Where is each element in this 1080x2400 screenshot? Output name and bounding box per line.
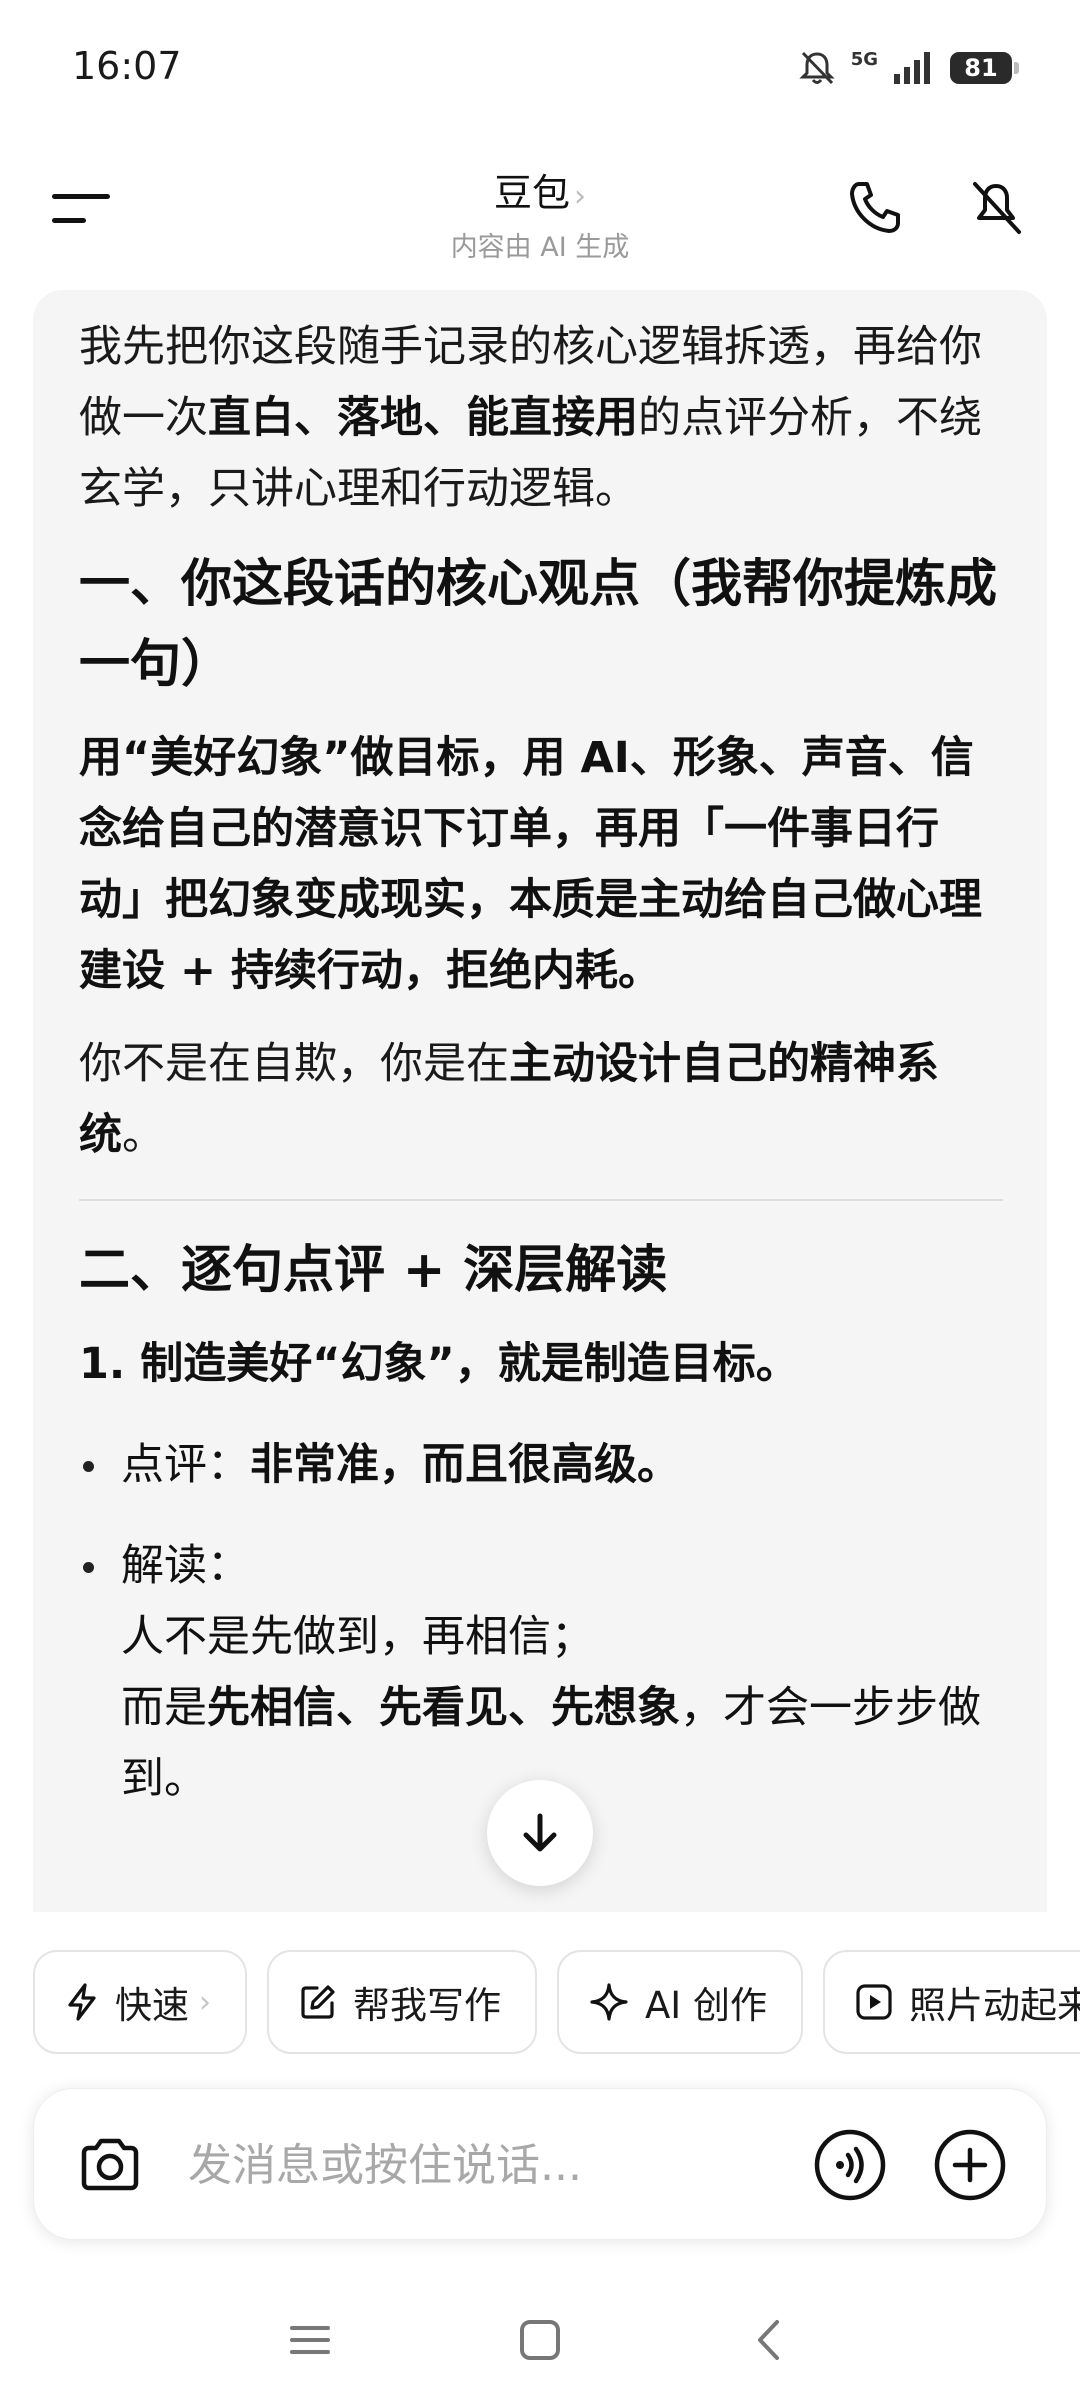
edit-icon	[301, 1985, 335, 2019]
bullet-comment-text: 非常准，而且很高级。	[250, 1440, 680, 1490]
message-input[interactable]	[188, 2135, 788, 2195]
chip-ai-create[interactable]: AI 创作	[557, 1950, 803, 2054]
chip-writing[interactable]: 帮我写作	[267, 1950, 537, 2054]
scroll-to-bottom-button[interactable]	[487, 1780, 593, 1886]
chevron-left-icon	[758, 2320, 779, 2360]
notifications-muted-icon	[799, 51, 835, 85]
sparkle-icon	[590, 1983, 628, 2021]
phone-icon	[850, 182, 900, 233]
play-icon	[856, 1984, 892, 2020]
network-type: 5G	[850, 49, 878, 70]
plus-icon	[934, 2129, 1006, 2201]
chip-photo-animate[interactable]: 照片动起来	[822, 1950, 1080, 2054]
voice-call-button[interactable]	[812, 2127, 888, 2203]
add-attachment-button[interactable]	[932, 2127, 1008, 2203]
ai-generated-notice: 内容由 AI 生成	[450, 232, 630, 263]
bullet-interpretation-line1: 人不是先做到，再相信；	[121, 1612, 594, 1662]
section1-heading: 一、你这段话的核心观点（我帮你提炼成一句）	[79, 555, 998, 694]
bullet-interpretation-label: 解读：	[121, 1541, 250, 1591]
section1-note: 你不是在自欺，你是在主动设计自己的精神系统。	[79, 1029, 1003, 1171]
chip-photo-animate-label: 照片动起来	[908, 1984, 1080, 2027]
chip-fast[interactable]: 快速 ›	[33, 1950, 247, 2054]
menu-lines-icon	[290, 2326, 330, 2354]
section2-heading: 二、逐句点评 + 深层解读	[79, 1241, 668, 1300]
assistant-message: 我先把你这段随手记录的核心逻辑拆透，再给你做一次直白、落地、能直接用的点评分析，…	[33, 290, 1047, 1912]
chat-header: 豆包 › 内容由 AI 生成	[0, 150, 1080, 270]
bullet-interpretation: 解读： 人不是先做到，再相信； 而是先相信、先看见、先想象，才会一步步做到。	[79, 1531, 1003, 1815]
call-button[interactable]	[845, 178, 905, 238]
camera-icon	[81, 2138, 139, 2191]
menu-icon-line	[52, 218, 86, 223]
bot-name-text: 豆包	[493, 171, 570, 215]
chip-writing-label: 帮我写作	[353, 1984, 501, 2027]
chip-ai-create-label: AI 创作	[645, 1984, 767, 2027]
lightning-icon	[68, 1983, 96, 2021]
bullet-comment-label: 点评：	[121, 1440, 250, 1490]
status-icons: 5G 81	[797, 46, 1019, 90]
item1-title: 1. 制造美好“幻象”，就是制造目标。	[79, 1339, 799, 1389]
quick-action-chips: 快速 › 帮我写作 AI 创作 照片动起来	[33, 1950, 1080, 2054]
intro-paragraph: 我先把你这段随手记录的核心逻辑拆透，再给你做一次直白、落地、能直接用的点评分析，…	[79, 312, 1003, 525]
bot-name: 豆包 ›	[340, 162, 740, 217]
camera-button[interactable]	[76, 2131, 144, 2199]
section1-note-text-1: 你不是在自欺，你是在	[79, 1039, 509, 1089]
intro-text-bold: 直白、落地、能直接用	[208, 393, 638, 443]
mute-button[interactable]	[965, 176, 1027, 238]
section1-note-text-2: 。	[122, 1110, 165, 1160]
line2-text-bold: 先相信、先看见、先想象	[207, 1683, 680, 1733]
menu-icon	[52, 194, 110, 199]
chip-fast-label: 快速	[115, 1984, 189, 2027]
system-nav-bar	[0, 2290, 1080, 2400]
signal-icon	[894, 52, 930, 84]
voice-wave-icon	[814, 2129, 886, 2201]
divider	[79, 1199, 1003, 1201]
status-bar: 16:07 5G 81	[0, 0, 1080, 140]
section1-summary: 用“美好幻象”做目标，用 AI、形象、声音、信念给自己的潜意识下订单，再用「一件…	[79, 733, 982, 996]
message-input-bar	[33, 2088, 1047, 2240]
home-button[interactable]	[510, 2310, 570, 2370]
speaker-muted-icon	[973, 182, 1021, 234]
chevron-right-icon: ›	[199, 1984, 211, 2020]
line2-text-a: 而是	[121, 1683, 207, 1733]
bot-title-area[interactable]: 豆包 › 内容由 AI 生成	[340, 162, 740, 264]
battery-icon: 81	[950, 52, 1019, 84]
arrow-down-icon	[523, 1813, 557, 1852]
square-icon	[520, 2320, 560, 2360]
recent-apps-button[interactable]	[280, 2310, 340, 2370]
status-time: 16:07	[72, 44, 182, 88]
menu-button[interactable]	[52, 188, 112, 232]
chevron-right-icon: ›	[574, 179, 586, 214]
back-button[interactable]	[740, 2310, 800, 2370]
bullet-comment: 点评：非常准，而且很高级。	[79, 1430, 1003, 1501]
